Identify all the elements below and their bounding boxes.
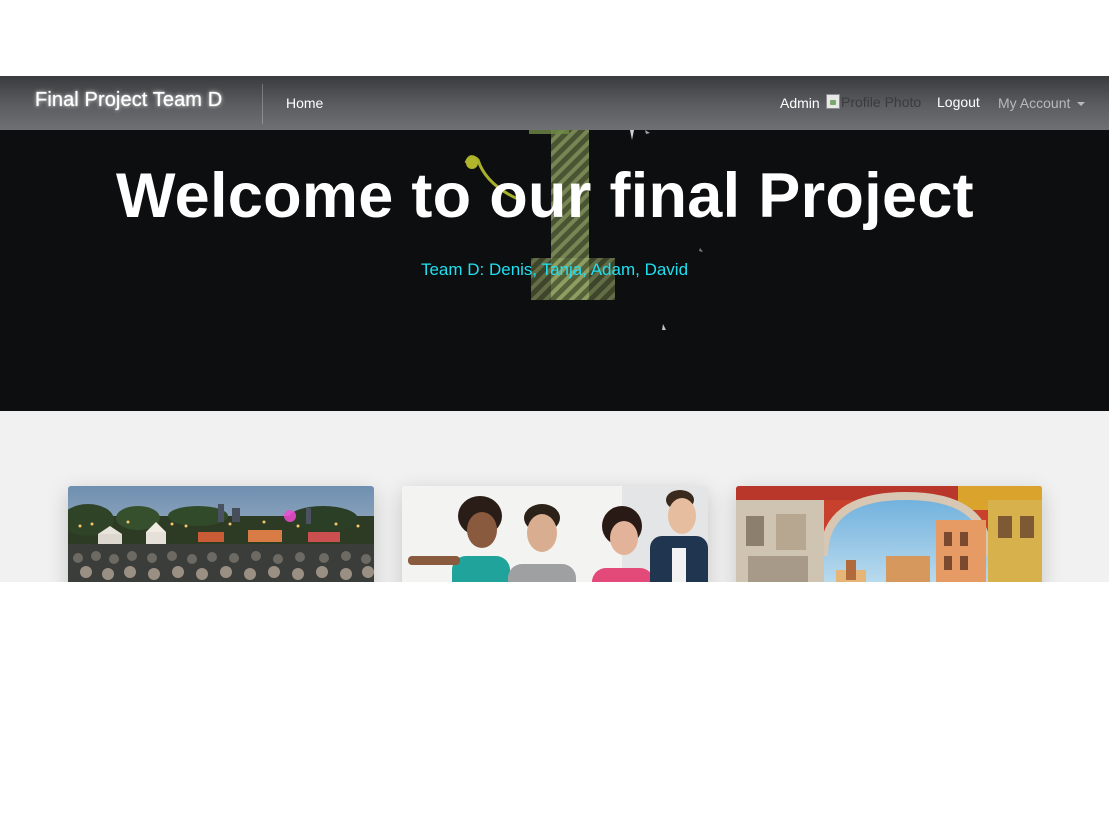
- caret-down-icon: [1077, 101, 1086, 106]
- city-archway-image: [736, 486, 1042, 582]
- navbar: Final Project Team D Home Admin Profile …: [0, 76, 1109, 130]
- friends-laughing-image: [402, 486, 708, 582]
- nav-home-link[interactable]: Home: [286, 95, 323, 111]
- my-account-label: My Account: [998, 95, 1071, 111]
- broken-image-icon: [826, 94, 840, 109]
- user-name-label: Admin: [780, 95, 820, 111]
- festival-card[interactable]: [68, 486, 374, 582]
- profile-photo[interactable]: Profile Photo: [826, 93, 921, 110]
- city-card[interactable]: [736, 486, 1042, 582]
- hero-banner: Welcome to our final Project Team D: Den…: [0, 130, 1109, 411]
- page-viewport: Final Project Team D Home Admin Profile …: [0, 76, 1109, 582]
- hero-subtitle: Team D: Denis, Tanja, Adam, David: [420, 260, 689, 279]
- logout-link[interactable]: Logout: [937, 94, 980, 110]
- hero-title: Welcome to our final Project: [116, 161, 974, 231]
- friends-card[interactable]: [402, 486, 708, 582]
- profile-photo-alt-text: Profile Photo: [841, 93, 922, 110]
- brand-logo[interactable]: Final Project Team D: [35, 89, 222, 112]
- nav-divider: [262, 84, 263, 124]
- my-account-dropdown[interactable]: My Account: [998, 95, 1086, 111]
- festival-crowd-image: [68, 486, 374, 582]
